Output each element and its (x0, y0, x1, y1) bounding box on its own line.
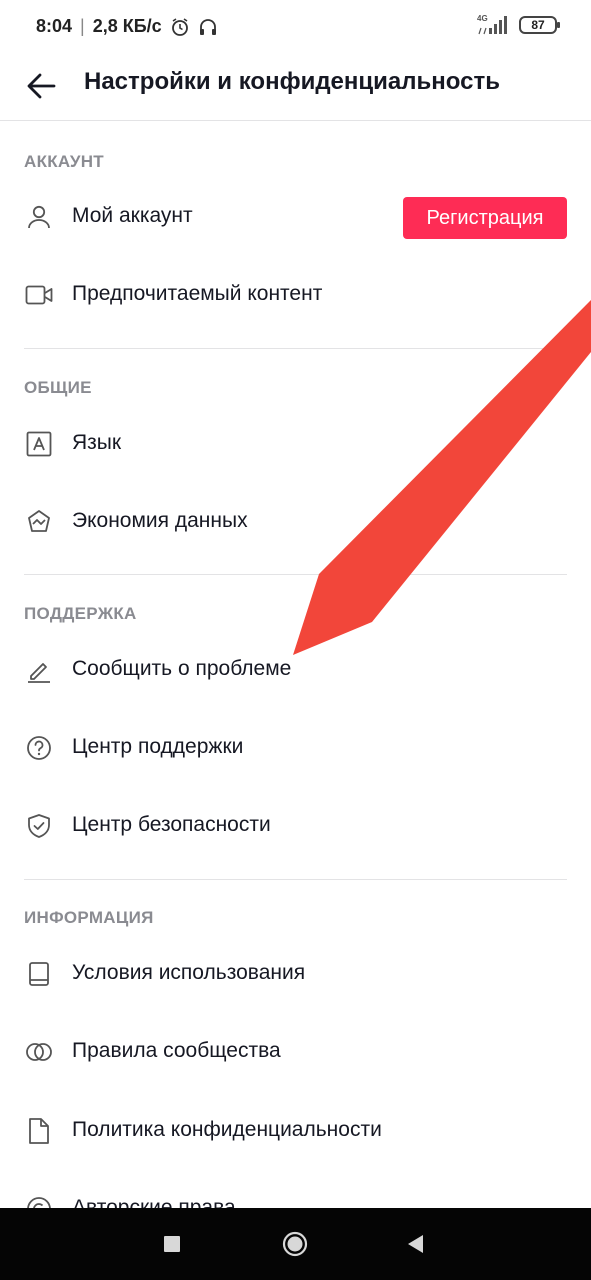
settings-item-label: Сообщить о проблеме (72, 657, 292, 680)
status-separator: | (80, 16, 85, 36)
signal-icon: 4G (477, 14, 511, 36)
settings-item-label: Язык (72, 431, 122, 454)
settings-item-label: Предпочитаемый контент (72, 282, 323, 305)
book-icon (25, 960, 53, 988)
status-network-speed: 2,8 КБ/с (92, 16, 162, 36)
settings-list[interactable]: АККАУНТ Мой аккаунт Регистрация Предпочи… (0, 122, 591, 1208)
settings-item-community-guidelines[interactable]: Правила сообщества (0, 1013, 591, 1091)
section-title-account: АККАУНТ (24, 152, 104, 171)
register-button[interactable]: Регистрация (403, 197, 567, 239)
person-icon (25, 203, 53, 231)
system-nav-bar (0, 1208, 591, 1280)
settings-item-label: Условия использования (72, 961, 306, 984)
settings-item-label: Экономия данных (72, 509, 248, 532)
settings-item-label: Центр безопасности (72, 813, 271, 836)
settings-item-preferred-content[interactable]: Предпочитаемый контент (0, 256, 591, 334)
rings-icon (25, 1038, 53, 1066)
video-camera-icon (25, 281, 53, 309)
back-button[interactable] (22, 66, 62, 106)
data-saver-icon (25, 508, 53, 536)
section-title-info: ИНФОРМАЦИЯ (24, 908, 154, 927)
status-time: 8:04 (36, 16, 73, 36)
alarm-icon (170, 17, 190, 37)
settings-item-label: Политика конфиденциальности (72, 1118, 382, 1141)
settings-item-label: Мой аккаунт (72, 204, 193, 227)
square-icon (164, 1236, 180, 1252)
section-divider (24, 574, 567, 575)
recents-button[interactable] (154, 1226, 190, 1262)
home-button[interactable] (277, 1226, 313, 1262)
header: Настройки и конфиденциальность (0, 54, 591, 121)
settings-item-label: Правила сообщества (72, 1039, 281, 1062)
circle-icon (282, 1231, 308, 1257)
settings-item-copyright[interactable]: Авторские права (0, 1170, 591, 1208)
headphones-icon (198, 17, 218, 37)
section-divider (24, 879, 567, 880)
settings-item-label: Авторские права (72, 1196, 236, 1208)
back-nav-button[interactable] (398, 1226, 434, 1262)
copyright-icon (25, 1195, 53, 1208)
settings-item-safety-center[interactable]: Центр безопасности (0, 787, 591, 865)
pencil-icon (25, 656, 53, 684)
settings-item-label: Центр поддержки (72, 735, 244, 758)
section-title-general: ОБЩИЕ (24, 378, 92, 397)
arrow-left-icon (27, 73, 56, 99)
settings-item-language[interactable]: Язык (0, 405, 591, 483)
status-bar: 8:04 | 2,8 КБ/с 4G 87 (0, 0, 591, 54)
section-divider (24, 348, 567, 349)
status-right: 4G 87 (477, 14, 560, 36)
page-title: Настройки и конфиденциальность (84, 68, 500, 95)
language-icon (25, 430, 53, 458)
help-circle-icon (25, 734, 53, 762)
settings-item-report-problem[interactable]: Сообщить о проблеме (0, 631, 591, 709)
shield-check-icon (25, 812, 53, 840)
settings-item-privacy-policy[interactable]: Политика конфиденциальности (0, 1092, 591, 1170)
settings-item-help-center[interactable]: Центр поддержки (0, 709, 591, 787)
status-left: 8:04 | 2,8 КБ/с (36, 16, 218, 37)
settings-item-data-saver[interactable]: Экономия данных (0, 483, 591, 561)
section-title-support: ПОДДЕРЖКА (24, 604, 137, 623)
triangle-back-icon (408, 1235, 423, 1253)
settings-item-terms[interactable]: Условия использования (0, 935, 591, 1013)
document-icon (25, 1117, 53, 1145)
battery-indicator: 87 (519, 16, 560, 34)
